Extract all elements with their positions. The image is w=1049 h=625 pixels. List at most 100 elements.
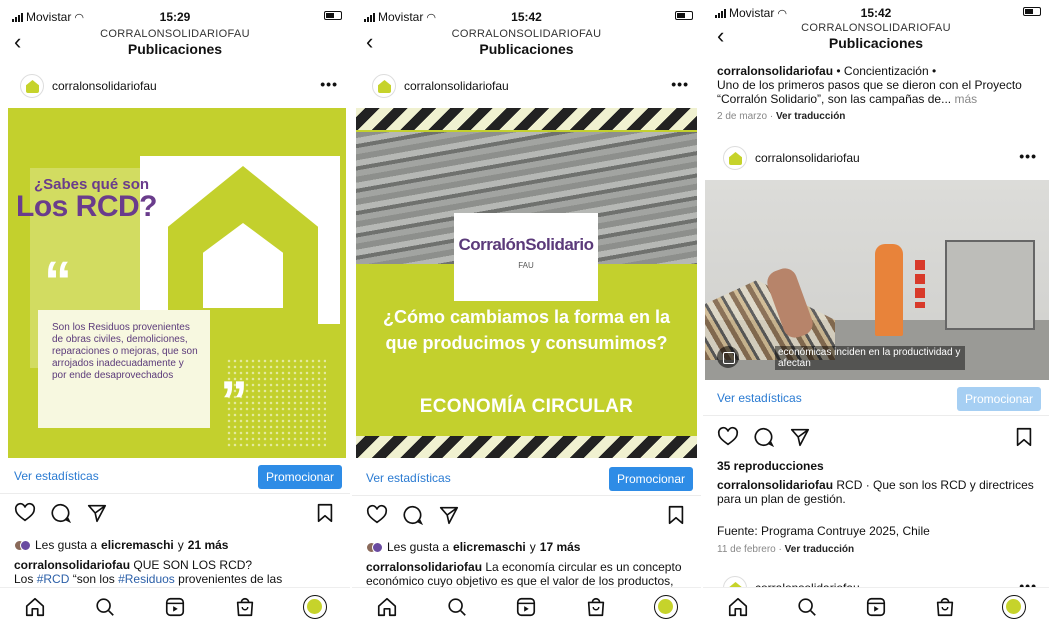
nav-title: CORRALONSOLIDARIOFAU Publicaciones xyxy=(743,22,1009,51)
search-icon[interactable] xyxy=(794,594,820,620)
caption-tags: • Concientización • xyxy=(836,64,937,78)
post-caption: corralonsolidariofau QUE SON LOS RCD? Lo… xyxy=(14,558,340,586)
shop-icon[interactable] xyxy=(232,594,258,620)
video-subtitle: económicas inciden en la productividad y… xyxy=(775,346,965,370)
page-title: Publicaciones xyxy=(127,41,223,57)
view-stats-link[interactable]: Ver estadísticas xyxy=(14,469,99,483)
caption-username[interactable]: corralonsolidariofau xyxy=(366,560,482,574)
clock: 15:42 xyxy=(860,6,892,20)
promote-button[interactable]: Promocionar xyxy=(956,387,1041,411)
caption-source: Fuente: Programa Contruye 2025, Chile xyxy=(717,524,930,538)
caption-username[interactable]: corralonsolidariofau xyxy=(14,558,130,572)
liker-avatars xyxy=(14,539,31,551)
likes-user[interactable]: elicremaschi xyxy=(453,540,526,554)
quote-open-glyph: “ xyxy=(44,249,72,312)
profile-avatar xyxy=(654,594,679,619)
more-icon[interactable]: ••• xyxy=(671,76,689,92)
post-actions xyxy=(366,504,687,530)
caption-line2-end: provenientes de las xyxy=(178,572,283,586)
reel-icon[interactable] xyxy=(717,346,739,368)
likes-user[interactable]: elicremaschi xyxy=(101,538,174,552)
avatar[interactable] xyxy=(723,146,747,170)
previous-post-caption: corralonsolidariofau • Concientización •… xyxy=(717,64,1039,106)
home-icon[interactable] xyxy=(22,594,48,620)
search-icon[interactable] xyxy=(92,594,118,620)
bookmark-icon[interactable] xyxy=(314,502,336,524)
home-icon[interactable] xyxy=(725,594,751,620)
screenshot-collage: Movistar ◠ 15:29 ‹ CORRALONSOLIDARIOFAU … xyxy=(0,0,1049,625)
battery-icon xyxy=(1023,7,1041,16)
view-stats-link[interactable]: Ver estadísticas xyxy=(717,391,802,405)
post-date: 2 de marzo xyxy=(717,111,768,122)
likes-prefix: Les gusta a xyxy=(35,538,98,552)
post-image[interactable]: CorralónSolidario FAU ¿Cómo cambiamos la… xyxy=(356,108,697,458)
view-stats-link[interactable]: Ver estadísticas xyxy=(366,471,451,485)
red-lights xyxy=(915,260,925,308)
profile-icon[interactable] xyxy=(653,594,679,620)
caption-username[interactable]: corralonsolidariofau xyxy=(717,478,833,492)
bottom-tab-bar xyxy=(703,587,1049,625)
avatar[interactable] xyxy=(20,74,44,98)
comment-icon[interactable] xyxy=(50,502,72,524)
quote-close-glyph: ” xyxy=(220,369,248,432)
profile-icon[interactable] xyxy=(302,594,328,620)
translate-link[interactable]: Ver traducción xyxy=(776,111,845,122)
heart-icon[interactable] xyxy=(717,426,739,448)
promote-button[interactable]: Promocionar xyxy=(257,465,342,489)
likes-line[interactable]: Les gusta a elicremaschi y 17 más xyxy=(366,540,580,554)
date-separator: · xyxy=(778,544,782,555)
post-username[interactable]: corralonsolidariofau xyxy=(52,79,157,93)
profile-icon[interactable] xyxy=(1001,594,1027,620)
status-bar: Movistar ◠ 15:42 xyxy=(352,0,701,28)
more-icon[interactable]: ••• xyxy=(1019,148,1037,164)
back-icon[interactable]: ‹ xyxy=(366,30,373,54)
more-icon[interactable]: ••• xyxy=(320,76,338,92)
post-header: corralonsolidariofau ••• xyxy=(0,66,350,106)
translate-link[interactable]: Ver traducción xyxy=(785,544,854,555)
heart-icon[interactable] xyxy=(366,504,388,526)
bookmark-icon[interactable] xyxy=(1013,426,1035,448)
hazard-stripes-bottom xyxy=(356,436,697,458)
bookmark-icon[interactable] xyxy=(665,504,687,526)
post-image[interactable]: ¿Sabes qué son Los RCD? “ Son los Residu… xyxy=(8,108,346,458)
post-caption: corralonsolidariofau La economía circula… xyxy=(366,560,691,588)
profile-avatar xyxy=(303,594,327,619)
caption-line2-prefix: Los xyxy=(14,572,34,586)
post-username[interactable]: corralonsolidariofau xyxy=(404,79,509,93)
promote-button[interactable]: Promocionar xyxy=(608,467,693,491)
post-username[interactable]: corralonsolidariofau xyxy=(755,151,860,165)
reels-icon[interactable] xyxy=(863,594,889,620)
home-icon[interactable] xyxy=(374,594,400,620)
post-actions xyxy=(717,426,1035,452)
search-icon[interactable] xyxy=(444,594,470,620)
caption-line2-mid: “son los xyxy=(72,572,115,586)
likes-count[interactable]: 21 más xyxy=(188,538,229,552)
shop-icon[interactable] xyxy=(583,594,609,620)
comment-icon[interactable] xyxy=(402,504,424,526)
reels-icon[interactable] xyxy=(162,594,188,620)
battery-icon xyxy=(324,11,342,20)
share-icon[interactable] xyxy=(86,502,108,524)
post-video[interactable]: económicas inciden en la productividad y… xyxy=(705,180,1049,380)
likes-line[interactable]: Les gusta a elicremaschi y 21 más xyxy=(14,538,228,552)
back-icon[interactable]: ‹ xyxy=(14,30,21,54)
likes-count[interactable]: 17 más xyxy=(540,540,581,554)
hashtag-link[interactable]: #Residuos xyxy=(118,572,175,586)
more-link[interactable]: más xyxy=(954,92,977,106)
views-count[interactable]: 35 reproducciones xyxy=(717,459,1039,473)
hashtag-link[interactable]: #RCD xyxy=(37,572,70,586)
comment-icon[interactable] xyxy=(753,426,775,448)
share-icon[interactable] xyxy=(789,426,811,448)
likes-prefix: Les gusta a xyxy=(387,540,450,554)
nav-bar: ‹ CORRALONSOLIDARIOFAU Publicaciones xyxy=(352,26,701,62)
share-icon[interactable] xyxy=(438,504,460,526)
promote-row: Ver estadísticas Promocionar xyxy=(703,382,1049,416)
back-icon[interactable]: ‹ xyxy=(717,24,724,48)
heart-icon[interactable] xyxy=(14,502,36,524)
avatar[interactable] xyxy=(372,74,396,98)
date-separator: · xyxy=(769,111,774,122)
brand-logo-box: CorralónSolidario FAU xyxy=(454,213,598,301)
reels-icon[interactable] xyxy=(513,594,539,620)
shop-icon[interactable] xyxy=(932,594,958,620)
caption-username[interactable]: corralonsolidariofau xyxy=(717,64,833,78)
